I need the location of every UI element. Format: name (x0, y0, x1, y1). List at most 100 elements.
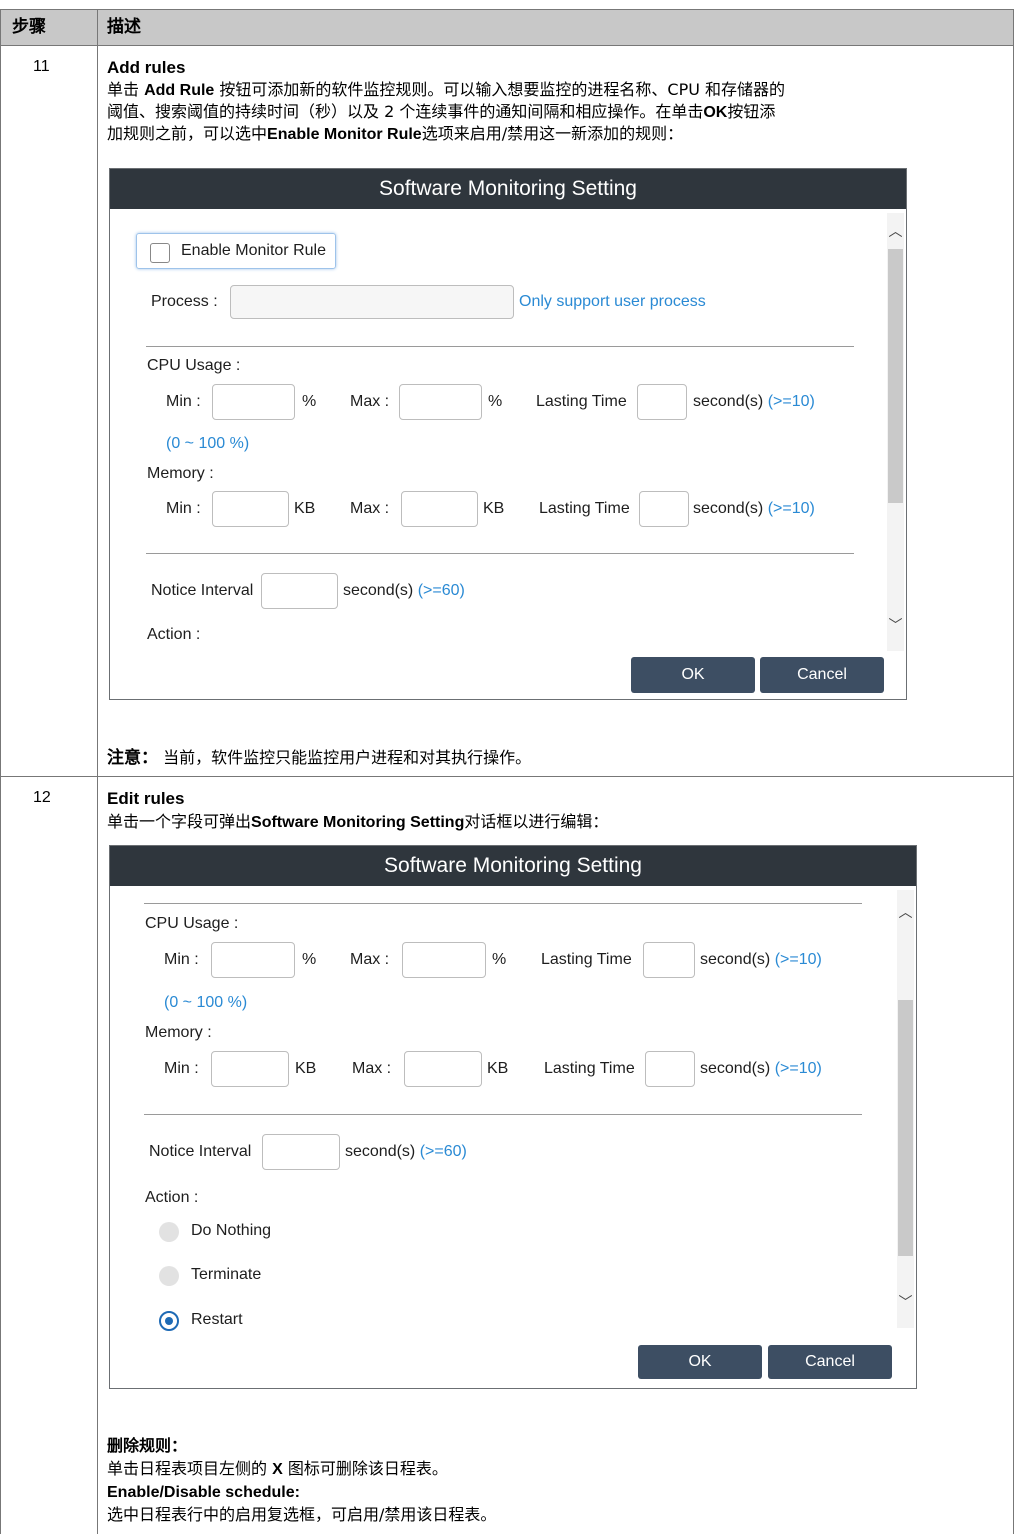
cpu-min-input[interactable] (212, 384, 295, 420)
seconds-unit: second(s) (>=10) (693, 500, 815, 517)
scroll-thumb[interactable] (898, 1000, 913, 1256)
row-text-line: 单击一个字段可弹出Software Monitoring Setting对话框以… (107, 812, 609, 831)
memory-lasting-time-label: Lasting Time (539, 500, 630, 517)
table-header (0, 9, 1013, 45)
process-input[interactable] (230, 285, 514, 319)
header-description: 描述 (107, 17, 141, 37)
memory-lasting-time-input[interactable] (645, 1051, 695, 1087)
section-divider (144, 903, 862, 904)
cpu-min-label: Min : (164, 951, 199, 968)
memory-lasting-time-input[interactable] (639, 491, 689, 527)
kb-unit: KB (295, 1060, 317, 1077)
memory-max-label: Max : (350, 500, 390, 517)
enable-monitor-rule-checkbox[interactable]: Enable Monitor Rule (136, 233, 336, 269)
cancel-button[interactable]: Cancel (760, 657, 884, 693)
table-border-top (0, 9, 1014, 10)
cpu-range-hint: (0 ~ 100 %) (164, 994, 248, 1011)
cpu-usage-label: CPU Usage : (145, 915, 239, 932)
row-title: Edit rules (107, 789, 185, 808)
kb-unit: KB (294, 500, 316, 517)
cancel-button[interactable]: Cancel (768, 1345, 892, 1379)
software-monitoring-dialog: Software Monitoring Setting Enable Monit… (109, 168, 907, 700)
row-divider (0, 776, 1014, 777)
column-divider (97, 9, 98, 1534)
software-monitoring-dialog: Software Monitoring Setting CPU Usage : … (109, 845, 917, 1389)
vertical-scrollbar[interactable]: ︿ ﹀ (897, 890, 914, 1328)
cpu-max-label: Max : (350, 951, 390, 968)
memory-label: Memory : (145, 1024, 212, 1041)
process-label: Process : (151, 293, 218, 310)
memory-min-input[interactable] (211, 1051, 289, 1087)
seconds-unit: second(s) (>=10) (700, 1060, 822, 1077)
ok-button[interactable]: OK (638, 1345, 762, 1379)
row-text-line: 阈值、搜索阈值的持续时间（秒）以及 2 个连续事件的通知间隔和相应操作。在单击O… (107, 102, 776, 121)
scroll-up-icon[interactable]: ︿ (887, 221, 904, 241)
step-number: 12 (33, 789, 51, 806)
memory-min-label: Min : (164, 1060, 199, 1077)
scroll-down-icon[interactable]: ﹀ (887, 615, 904, 635)
vertical-scrollbar[interactable]: ︿ ﹀ (887, 213, 904, 651)
kb-unit: KB (487, 1060, 509, 1077)
memory-min-input[interactable] (212, 491, 289, 527)
memory-max-label: Max : (352, 1060, 392, 1077)
memory-lasting-time-label: Lasting Time (544, 1060, 635, 1077)
percent-unit: % (302, 393, 317, 410)
row-title: Add rules (107, 58, 186, 77)
memory-min-label: Min : (166, 500, 201, 517)
row-text-line: 单击 Add Rule 按钮可添加新的软件监控规则。可以输入想要监控的进程名称、… (107, 80, 786, 99)
radio-label: Do Nothing (191, 1222, 272, 1239)
cpu-lasting-time-label: Lasting Time (536, 393, 627, 410)
percent-unit: % (302, 951, 317, 968)
memory-max-input[interactable] (401, 491, 478, 527)
step-number: 11 (33, 58, 50, 75)
cpu-lasting-time-input[interactable] (643, 942, 695, 978)
table-border-left (0, 9, 1, 1534)
process-hint: Only support user process (519, 293, 706, 310)
notice-interval-label: Notice Interval (151, 582, 254, 599)
delete-rule-text: 单击日程表项目左侧的 X 图标可删除该日程表。 (107, 1459, 448, 1478)
cpu-usage-label: CPU Usage : (147, 357, 241, 374)
cpu-max-input[interactable] (399, 384, 482, 420)
kb-unit: KB (483, 500, 505, 517)
ok-button[interactable]: OK (631, 657, 755, 693)
note: 注意： 当前，软件监控只能监控用户进程和对其执行操作。 (107, 748, 532, 768)
radio-do-nothing[interactable] (159, 1222, 179, 1242)
header-step: 步骤 (12, 17, 46, 37)
seconds-unit: second(s) (>=60) (345, 1143, 467, 1160)
percent-unit: % (492, 951, 507, 968)
table-header-divider (0, 45, 1014, 46)
scroll-down-icon[interactable]: ﹀ (897, 1292, 914, 1312)
enable-schedule-text: 选中日程表行中的启用复选框，可启用/禁用该日程表。 (107, 1505, 497, 1524)
scroll-thumb[interactable] (888, 249, 903, 503)
cpu-lasting-time-input[interactable] (637, 384, 687, 420)
dialog-title: Software Monitoring Setting (110, 169, 906, 209)
memory-max-input[interactable] (404, 1051, 482, 1087)
percent-unit: % (488, 393, 503, 410)
cpu-min-input[interactable] (211, 942, 295, 978)
seconds-unit: second(s) (>=10) (700, 951, 822, 968)
action-label: Action : (145, 1189, 199, 1206)
checkbox-label: Enable Monitor Rule (181, 242, 326, 259)
radio-label: Restart (191, 1311, 243, 1328)
row-text-line: 加规则之前，可以选中Enable Monitor Rule选项来启用/禁用这一新… (107, 124, 684, 143)
seconds-unit: second(s) (>=10) (693, 393, 815, 410)
radio-restart[interactable] (159, 1311, 179, 1331)
cpu-min-label: Min : (166, 393, 201, 410)
checkbox-box[interactable] (150, 243, 170, 263)
cpu-max-input[interactable] (402, 942, 486, 978)
scroll-up-icon[interactable]: ︿ (897, 902, 914, 922)
section-divider (144, 1114, 862, 1115)
notice-interval-input[interactable] (262, 1134, 340, 1170)
cpu-max-label: Max : (350, 393, 390, 410)
radio-label: Terminate (191, 1266, 262, 1283)
cpu-range-hint: (0 ~ 100 %) (166, 435, 250, 452)
action-label: Action : (147, 626, 201, 643)
dialog-title: Software Monitoring Setting (110, 846, 916, 886)
cpu-lasting-time-label: Lasting Time (541, 951, 632, 968)
seconds-unit: second(s) (>=60) (343, 582, 465, 599)
notice-interval-input[interactable] (261, 573, 338, 609)
radio-terminate[interactable] (159, 1266, 179, 1286)
notice-interval-label: Notice Interval (149, 1143, 252, 1160)
memory-label: Memory : (147, 465, 214, 482)
delete-rule-title: 删除规则： (107, 1436, 188, 1455)
